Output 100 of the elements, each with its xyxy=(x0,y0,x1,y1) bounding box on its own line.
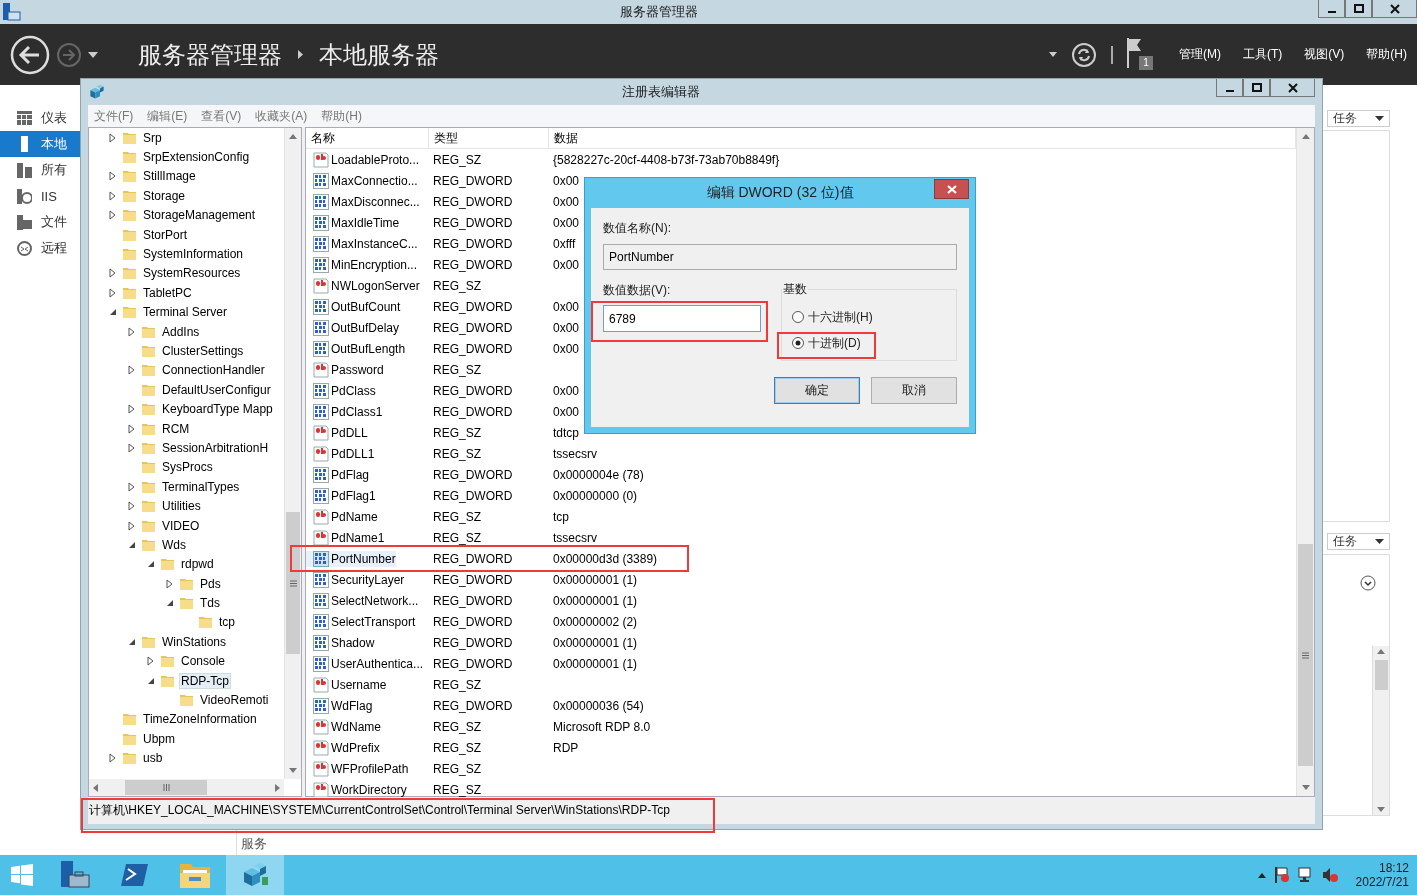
tree-item[interactable]: tcp xyxy=(217,614,237,631)
tree-item[interactable]: StorPort xyxy=(141,226,189,243)
tree-item[interactable]: Console xyxy=(179,653,228,670)
volume-muted-icon[interactable] xyxy=(1321,867,1338,883)
value-name[interactable]: UserAuthentica... xyxy=(306,655,424,672)
scroll-up-icon[interactable] xyxy=(1377,649,1385,654)
tree-item[interactable]: Utilities xyxy=(160,498,203,515)
value-name[interactable]: WdName xyxy=(306,718,381,735)
taskbar-app[interactable] xyxy=(226,855,284,895)
menu-item[interactable]: 帮助(H) xyxy=(1366,46,1407,63)
value-name[interactable]: OutBufLength xyxy=(306,340,406,357)
tree-item[interactable]: ClusterSettings xyxy=(160,343,246,359)
tree-item[interactable]: TabletPC xyxy=(141,284,194,301)
scrollbar[interactable] xyxy=(89,779,284,796)
value-name[interactable]: PdName xyxy=(306,508,378,525)
tree-item[interactable]: Pds xyxy=(198,575,223,592)
tree-item[interactable]: Ubpm xyxy=(141,730,177,747)
radio-option[interactable]: 十六进制(H) xyxy=(790,304,875,330)
minimize-button[interactable] xyxy=(1216,79,1243,97)
value-name[interactable]: WorkDirectory xyxy=(306,781,407,798)
value-name[interactable]: PdFlag xyxy=(306,466,370,483)
tree-item[interactable]: StillImage xyxy=(141,168,198,185)
tree-item[interactable]: KeyboardType Mapp xyxy=(160,401,275,418)
back-button[interactable] xyxy=(10,34,50,75)
menu-item[interactable]: 管理(M) xyxy=(1179,46,1221,63)
tree-item[interactable]: WinStations xyxy=(160,633,229,650)
forward-button[interactable] xyxy=(56,41,82,68)
scrollbar-thumb[interactable] xyxy=(125,780,207,795)
value-name[interactable]: PdDLL xyxy=(306,424,368,441)
show-hidden-icons-icon[interactable] xyxy=(1257,872,1266,878)
tree-item[interactable]: SessionArbitrationH xyxy=(160,439,271,456)
tree-item[interactable]: TimeZoneInformation xyxy=(141,711,259,728)
flag-alert-icon[interactable] xyxy=(1273,867,1290,883)
value-name[interactable]: PdDLL1 xyxy=(306,445,375,462)
menu-item[interactable]: 视图(V) xyxy=(1304,46,1345,63)
value-name[interactable]: Password xyxy=(306,361,384,378)
value-name[interactable]: PdClass xyxy=(306,382,376,399)
value-name[interactable]: OutBufCount xyxy=(306,298,401,315)
nav-item[interactable]: 文件 xyxy=(0,209,80,235)
value-name[interactable]: Shadow xyxy=(306,634,375,651)
value-name[interactable]: PdName1 xyxy=(306,529,385,546)
nav-item[interactable]: 本地 xyxy=(0,131,80,157)
scroll-down-icon[interactable] xyxy=(1301,785,1310,790)
tree-item[interactable]: AddIns xyxy=(160,323,202,340)
radio-option[interactable]: 十进制(D) xyxy=(790,330,863,356)
tree-item[interactable]: RCM xyxy=(160,420,192,437)
menu-item[interactable]: 查看(V) xyxy=(201,107,242,125)
value-name-field[interactable]: PortNumber xyxy=(603,244,957,270)
tree-item[interactable]: rdpwd xyxy=(179,556,216,573)
tree-item[interactable]: StorageManagement xyxy=(141,207,258,224)
value-name[interactable]: SecurityLayer xyxy=(306,571,405,588)
tree-item[interactable]: VIDEO xyxy=(160,517,202,534)
tree-item[interactable]: SysProcs xyxy=(160,459,215,476)
scroll-down-icon[interactable] xyxy=(1377,807,1385,812)
close-button[interactable] xyxy=(1270,79,1315,97)
value-name[interactable]: LoadableProto... xyxy=(306,151,420,168)
value-name[interactable]: SelectNetwork... xyxy=(306,592,419,609)
value-name[interactable]: PdClass1 xyxy=(306,403,383,420)
maximize-button[interactable] xyxy=(1243,79,1270,97)
nav-item[interactable]: 所有 xyxy=(0,157,80,183)
nav-item[interactable]: 远程 xyxy=(0,235,80,261)
tree-item[interactable]: SystemResources xyxy=(141,265,243,282)
menu-item[interactable]: 文件(F) xyxy=(94,107,134,125)
tree-item[interactable]: Wds xyxy=(160,536,188,553)
tree-item[interactable]: ConnectionHandler xyxy=(160,362,267,379)
nav-item[interactable]: IIS xyxy=(0,183,80,209)
value-name[interactable]: WFProfilePath xyxy=(306,760,409,777)
menu-item[interactable]: 工具(T) xyxy=(1243,46,1283,63)
tree-item[interactable]: Storage xyxy=(141,187,188,204)
breadcrumb-item[interactable]: 本地服务器 xyxy=(319,38,439,71)
tree-item[interactable]: DefaultUserConfigur xyxy=(160,381,273,398)
menu-item[interactable]: 编辑(E) xyxy=(147,107,188,125)
radio-icon[interactable] xyxy=(792,311,804,323)
value-name[interactable]: MaxConnectio... xyxy=(306,172,418,189)
tree-item[interactable]: RDP-Tcp xyxy=(179,672,231,689)
menu-item[interactable]: 帮助(H) xyxy=(321,107,362,125)
scroll-up-icon[interactable] xyxy=(1301,134,1310,139)
value-name[interactable]: MaxIdleTime xyxy=(306,214,400,231)
refresh-button[interactable] xyxy=(1071,41,1097,68)
notifications-button[interactable]: 1 xyxy=(1127,37,1157,72)
value-name[interactable]: MaxInstanceC... xyxy=(306,235,418,252)
expand-chevron-icon[interactable] xyxy=(1360,575,1376,591)
tree-item[interactable]: TerminalTypes xyxy=(160,478,242,495)
value-name[interactable]: WdFlag xyxy=(306,697,373,714)
scrollbar[interactable] xyxy=(1296,128,1314,796)
tree-item[interactable]: SrpExtensionConfig xyxy=(141,149,252,166)
tree-item[interactable]: usb xyxy=(141,750,165,767)
close-button[interactable] xyxy=(934,179,969,199)
scroll-up-icon[interactable] xyxy=(289,134,297,139)
tree-item[interactable]: Srp xyxy=(141,129,164,146)
value-name[interactable]: PdFlag1 xyxy=(306,487,376,504)
nav-item[interactable]: 仪表 xyxy=(0,105,80,131)
value-name[interactable]: MinEncryption... xyxy=(306,256,418,273)
radio-icon[interactable] xyxy=(792,337,804,349)
value-name[interactable]: NWLogonServer xyxy=(306,277,420,294)
scroll-left-icon[interactable] xyxy=(93,783,98,792)
tree-item[interactable]: Terminal Server xyxy=(141,304,230,321)
value-name[interactable]: SelectTransport xyxy=(306,613,416,630)
column-header[interactable]: 名称 xyxy=(306,128,429,148)
value-name[interactable]: MaxDisconnec... xyxy=(306,193,420,210)
